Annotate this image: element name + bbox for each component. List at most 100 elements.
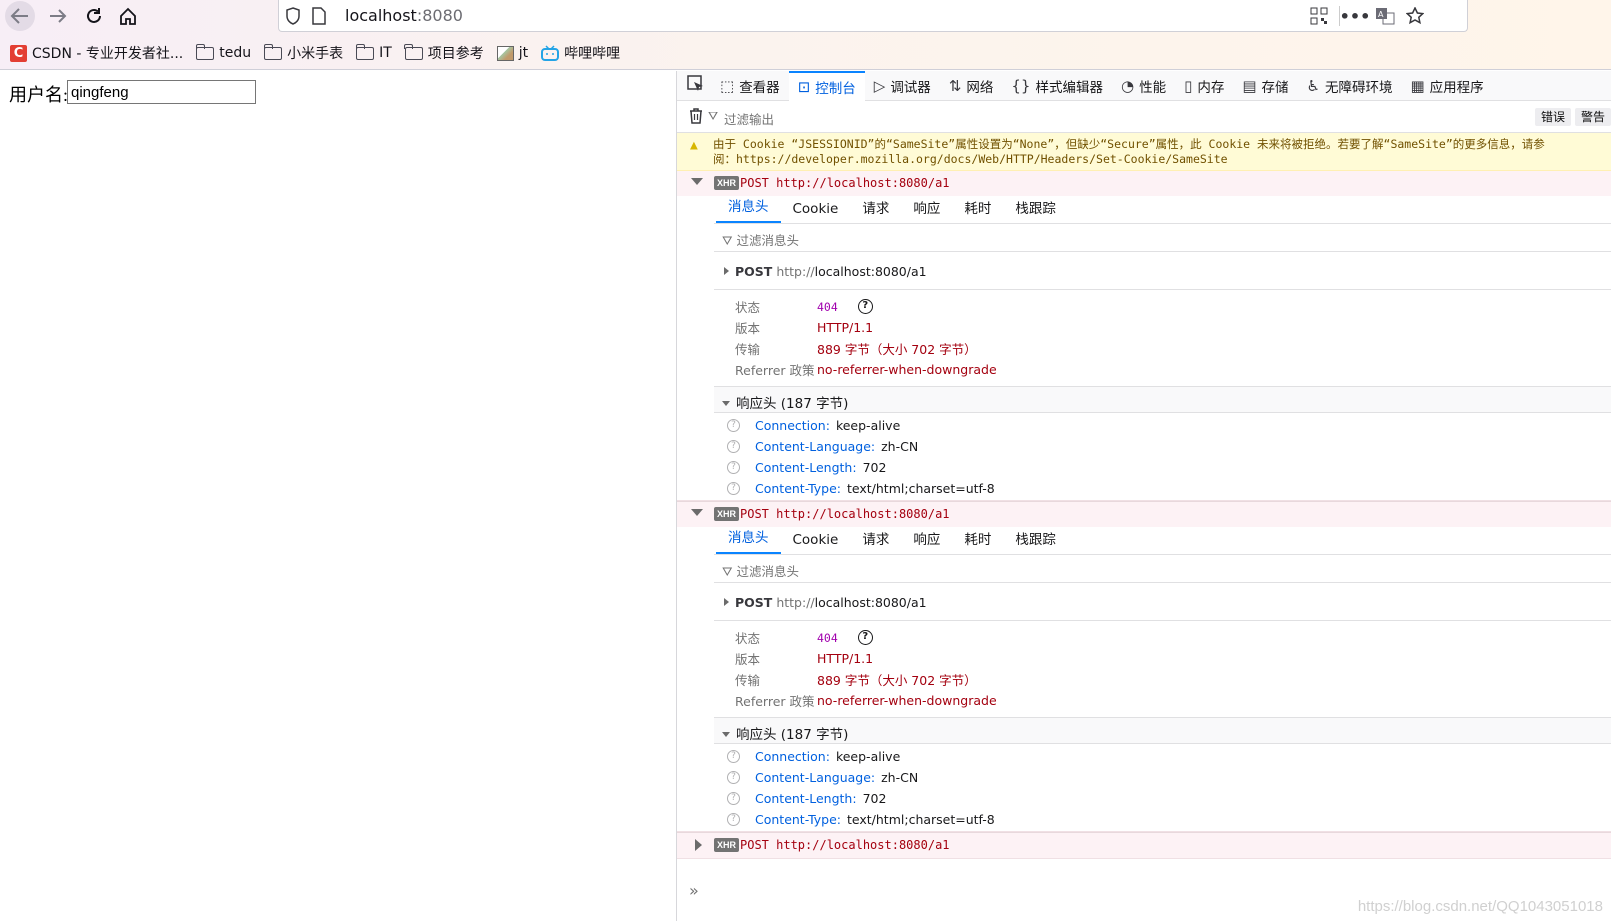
browser-chrome: localhost:8080 ••• A C CSDN - 专业开发者社... … [0, 0, 1611, 70]
response-headers-section[interactable]: 响应头 (187 字节) [714, 718, 1611, 744]
detail-tab-request[interactable]: 请求 [850, 528, 901, 554]
reload-button[interactable] [78, 0, 110, 32]
request-url-line[interactable]: POST http://localhost:8080/a1 [714, 583, 1611, 621]
memory-icon: ▯ [1184, 76, 1193, 95]
bookmark-jt[interactable]: jt [496, 45, 528, 61]
help-icon[interactable]: ? [727, 813, 740, 826]
detail-tabs: 消息头 Cookie 请求 响应 耗时 栈跟踪 [714, 527, 1611, 555]
home-button[interactable] [112, 0, 144, 32]
tab-memory[interactable]: ▯ 内存 [1175, 71, 1233, 101]
response-headers-section[interactable]: 响应头 (187 字节) [714, 387, 1611, 413]
help-icon[interactable]: ? [727, 461, 740, 474]
detail-tab-cookie[interactable]: Cookie [781, 201, 851, 223]
request-detail-panel: 消息头 Cookie 请求 响应 耗时 栈跟踪 ⛛ 过滤消息头 POST http… [714, 196, 1611, 500]
collapse-arrow-icon [722, 732, 730, 737]
tab-application[interactable]: ▦ 应用程序 [1401, 71, 1492, 101]
tab-network[interactable]: ⇅ 网络 [940, 71, 1003, 101]
more-actions-icon[interactable]: ••• [1340, 6, 1371, 26]
help-icon[interactable]: ? [857, 299, 873, 314]
username-input[interactable] [67, 80, 256, 104]
devtools-toolbar: ⬚ 查看器 ⊡ 控制台 ▷ 调试器 ⇅ 网络 {} 样式编辑器 ◔ 性能 ▯ 内存 ▤ 存储 ♿… [677, 71, 1611, 101]
detail-tab-response[interactable]: 响应 [901, 197, 952, 223]
expand-toggle-icon[interactable] [691, 509, 703, 516]
qr-code-icon[interactable] [1309, 6, 1329, 26]
element-picker-icon[interactable] [687, 74, 705, 97]
bookmark-bilibili[interactable]: 哔哩哔哩 [541, 43, 620, 63]
detail-tab-cookie[interactable]: Cookie [781, 532, 851, 554]
detail-tab-response[interactable]: 响应 [901, 528, 952, 554]
detail-tab-timings[interactable]: 耗时 [952, 528, 1003, 554]
detail-tab-headers[interactable]: 消息头 [716, 195, 781, 223]
bookmark-star-icon[interactable] [1405, 6, 1425, 26]
help-icon[interactable]: ? [727, 750, 740, 763]
expand-toggle-icon[interactable] [691, 178, 703, 185]
console-filter-input[interactable]: 过滤输出 [724, 109, 774, 128]
warning-icon: ▲ [690, 138, 698, 153]
bilibili-icon [541, 45, 560, 61]
summary-row-status: 状态 404? [714, 627, 1611, 648]
help-icon[interactable]: ? [727, 771, 740, 784]
xhr-badge: XHR [714, 176, 740, 190]
help-icon[interactable]: ? [727, 792, 740, 805]
tab-debugger[interactable]: ▷ 调试器 [865, 71, 940, 101]
xhr-request-header[interactable]: XHR POST http://localhost:8080/a1 [677, 502, 1611, 527]
detail-tab-headers[interactable]: 消息头 [716, 526, 781, 554]
home-icon [120, 7, 136, 25]
bookmark-tedu[interactable]: tedu [195, 43, 251, 61]
tab-style-editor[interactable]: {} 样式编辑器 [1002, 71, 1112, 101]
filter-icon: ⛛ [708, 109, 719, 123]
xhr-request-header[interactable]: XHR POST http://localhost:8080/a1 [677, 833, 1611, 858]
summary-row-status: 状态 404? [714, 296, 1611, 317]
clear-console-icon[interactable] [688, 107, 704, 129]
tab-accessibility[interactable]: ♿ 无障碍环境 [1298, 71, 1402, 101]
bookmark-project-ref[interactable]: 项目参考 [404, 43, 484, 63]
detail-tabs: 消息头 Cookie 请求 响应 耗时 栈跟踪 [714, 196, 1611, 224]
xhr-badge: XHR [714, 507, 740, 521]
forward-button[interactable] [42, 0, 74, 32]
bookmark-csdn[interactable]: C CSDN - 专业开发者社... [10, 43, 183, 63]
tab-storage[interactable]: ▤ 存储 [1233, 71, 1297, 101]
help-icon[interactable]: ? [727, 440, 740, 453]
filter-icon: ⛛ [722, 233, 737, 248]
header-filter-input[interactable]: ⛛ 过滤消息头 [714, 555, 1611, 583]
warning-text-line2[interactable]: 阅：https://developer.mozilla.org/docs/Web… [713, 152, 1603, 167]
bookmark-it[interactable]: IT [355, 43, 392, 61]
detail-tab-request[interactable]: 请求 [850, 197, 901, 223]
bookmark-xiaomi-watch[interactable]: 小米手表 [263, 43, 343, 63]
url-bar[interactable]: localhost:8080 ••• A [278, 0, 1468, 32]
filter-errors-button[interactable]: 错误 [1534, 108, 1571, 126]
request-line[interactable]: POST http://localhost:8080/a1 [740, 176, 950, 190]
request-url-line[interactable]: POST http://localhost:8080/a1 [714, 252, 1611, 290]
back-button[interactable] [4, 0, 36, 32]
tracking-shield-icon[interactable] [283, 6, 303, 26]
tab-console[interactable]: ⊡ 控制台 [788, 71, 865, 101]
tab-performance[interactable]: ◔ 性能 [1112, 71, 1175, 101]
help-icon[interactable]: ? [727, 419, 740, 432]
filter-warnings-button[interactable]: 警告 [1574, 108, 1611, 126]
xhr-request-entry: XHR POST http://localhost:8080/a1 消息头 Co… [677, 171, 1611, 501]
header-row: ? Content-Language: zh-CN [714, 436, 1611, 457]
url-text[interactable]: localhost:8080 [345, 6, 463, 25]
translate-icon[interactable]: A [1375, 6, 1395, 26]
console-prompt-icon: » [689, 881, 699, 900]
expand-toggle-icon[interactable] [695, 839, 702, 851]
detail-tab-stack-trace[interactable]: 栈跟踪 [1003, 197, 1068, 223]
bookmark-label: CSDN - 专业开发者社... [32, 46, 184, 62]
tab-inspector[interactable]: ⬚ 查看器 [711, 71, 789, 101]
detail-tab-stack-trace[interactable]: 栈跟踪 [1003, 528, 1068, 554]
header-filter-input[interactable]: ⛛ 过滤消息头 [714, 224, 1611, 252]
help-icon[interactable]: ? [727, 482, 740, 495]
help-icon[interactable]: ? [857, 630, 873, 645]
header-row: ? Content-Length: 702 [714, 788, 1611, 809]
detail-tab-timings[interactable]: 耗时 [952, 197, 1003, 223]
page-info-icon[interactable] [309, 6, 329, 26]
header-row: ? Connection: keep-alive [714, 746, 1611, 767]
response-headers-list: ? Connection: keep-alive ? Content-Language… [714, 744, 1611, 831]
request-line[interactable]: POST http://localhost:8080/a1 [740, 507, 950, 521]
xhr-request-header[interactable]: XHR POST http://localhost:8080/a1 [677, 171, 1611, 196]
summary-row-referrer: Referrer 政策 no-referrer-when-downgrade [735, 362, 997, 378]
svg-text:A: A [1378, 10, 1384, 19]
expand-arrow-icon [724, 598, 729, 606]
request-summary: 状态 404? 版本 HTTP/1.1 传输 889 字节（大小 702 字节） Re… [714, 621, 1611, 718]
request-line[interactable]: POST http://localhost:8080/a1 [740, 838, 950, 852]
